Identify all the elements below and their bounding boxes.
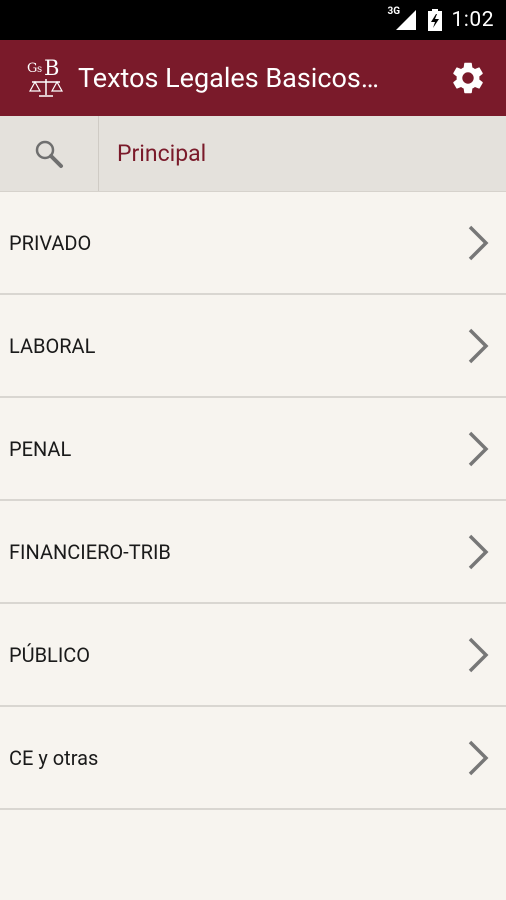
list-item-privado[interactable]: PRIVADO bbox=[0, 192, 506, 295]
list-item-laboral[interactable]: LABORAL bbox=[0, 295, 506, 398]
chevron-right-icon bbox=[468, 328, 489, 363]
list-item-financiero-trib[interactable]: FINANCIERO-TRIB bbox=[0, 501, 506, 604]
category-list: PRIVADO LABORAL PENAL FINANCIERO-TRIB PÚ… bbox=[0, 192, 506, 810]
network-type-label: 3G bbox=[387, 6, 401, 17]
clock: 1:02 bbox=[451, 8, 494, 32]
search-icon bbox=[35, 140, 63, 168]
app-logo-icon[interactable]: G s B bbox=[26, 55, 66, 101]
svg-text:G: G bbox=[27, 61, 37, 76]
status-bar: 3G 1:02 bbox=[0, 0, 506, 40]
list-item-penal[interactable]: PENAL bbox=[0, 398, 506, 501]
list-item-label: FINANCIERO-TRIB bbox=[9, 539, 171, 564]
list-item-label: PENAL bbox=[9, 436, 72, 461]
chevron-right-icon bbox=[468, 431, 489, 466]
list-item-label: CE y otras bbox=[9, 745, 99, 770]
list-item-label: PRIVADO bbox=[9, 230, 92, 255]
chevron-right-icon bbox=[468, 637, 489, 672]
breadcrumb: Principal bbox=[117, 140, 207, 167]
svg-text:B: B bbox=[44, 56, 59, 80]
list-item-publico[interactable]: PÚBLICO bbox=[0, 604, 506, 707]
app-bar: G s B Textos Legales Basicos… bbox=[0, 40, 506, 116]
status-icons: 3G 1:02 bbox=[387, 6, 495, 32]
settings-gear-icon[interactable] bbox=[430, 40, 506, 116]
chevron-right-icon bbox=[468, 225, 489, 260]
cell-signal-icon: 3G bbox=[387, 6, 418, 32]
chevron-right-icon bbox=[468, 740, 489, 775]
search-bar: Principal bbox=[0, 116, 506, 192]
list-item-label: PÚBLICO bbox=[9, 642, 91, 667]
svg-text:s: s bbox=[37, 64, 42, 75]
app-title: Textos Legales Basicos… bbox=[78, 62, 379, 94]
list-item-label: LABORAL bbox=[9, 333, 96, 358]
battery-icon bbox=[427, 9, 442, 31]
chevron-right-icon bbox=[468, 534, 489, 569]
list-item-ce-y-otras[interactable]: CE y otras bbox=[0, 707, 506, 810]
search-button[interactable] bbox=[0, 116, 99, 191]
